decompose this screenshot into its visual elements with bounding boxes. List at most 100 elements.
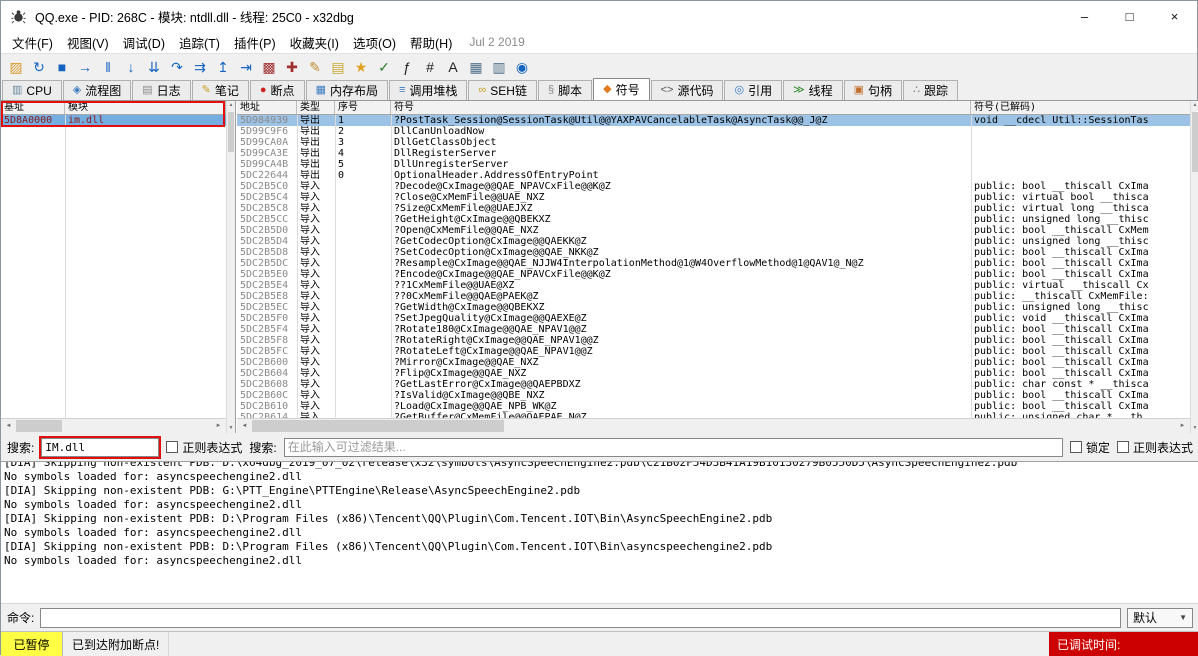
close-button[interactable]: × (1152, 1, 1197, 31)
regex-checkbox-2[interactable] (1117, 441, 1129, 453)
symbols-horizontal-scrollbar[interactable]: ◄ ► (237, 418, 1190, 433)
symbol-row[interactable]: 5DC2B5E4 导入 ??1CxMemFile@@UAE@XZ public:… (237, 280, 1190, 291)
app-icon[interactable] (9, 7, 27, 25)
tab-script[interactable]: § 脚本 (538, 80, 592, 100)
symbol-row[interactable]: 5DC2B5D0 导入 ?Open@CxMemFile@@QAE_NXZ pub… (237, 225, 1190, 236)
symbol-row[interactable]: 5DC2B5EC 导入 ?GetWidth@CxImage@@QBEKXZ pu… (237, 302, 1190, 313)
symbol-row[interactable]: 5D984939 导出 1 ?PostTask_Session@SessionT… (237, 115, 1190, 126)
symbol-row[interactable]: 5DC22644 导出 0 OptionalHeader.AddressOfEn… (237, 170, 1190, 181)
scrollbar-thumb[interactable] (252, 420, 504, 432)
function-icon[interactable]: ƒ (396, 56, 418, 78)
symbol-row[interactable]: 5DC2B60C 导入 ?IsValid@CxImage@@QBE_NXZ pu… (237, 390, 1190, 401)
menu-options[interactable]: 选项(O) (346, 31, 403, 54)
tab-memory-map[interactable]: ▦ 内存布局 (306, 80, 388, 100)
menu-help[interactable]: 帮助(H) (403, 31, 459, 54)
tab-notes[interactable]: ✎ 笔记 (192, 80, 249, 100)
symbol-row[interactable]: 5DC2B5E0 导入 ?Encode@CxImage@@QAE_NPAVCxF… (237, 269, 1190, 280)
regex-checkbox[interactable] (166, 441, 178, 453)
tab-handles[interactable]: ▣ 句柄 (844, 80, 902, 100)
check-icon[interactable]: ✓ (373, 56, 395, 78)
string-references-icon[interactable]: # (419, 56, 441, 78)
symbol-row[interactable]: 5DC2B5F8 导入 ?RotateRight@CxImage@@QAE_NP… (237, 335, 1190, 346)
tab-graph[interactable]: ◈ 流程图 (63, 80, 131, 100)
notes-icon[interactable]: ▤ (327, 56, 349, 78)
tab-references[interactable]: ◎ 引用 (724, 80, 782, 100)
symbols-vertical-scrollbar[interactable]: ▲ ▼ (1190, 101, 1198, 433)
scrollbar-thumb[interactable] (228, 112, 234, 152)
log-panel[interactable]: [DIA] Skipping non-existent PDB: D:\x64d… (1, 461, 1198, 603)
symbol-row[interactable]: 5D99CA4B 导出 5 DllUnregisterServer (237, 159, 1190, 170)
restart-icon[interactable]: ↻ (28, 56, 50, 78)
step-into-icon[interactable]: ↓ (120, 56, 142, 78)
symbol-row[interactable]: 5DC2B5C0 导入 ?Decode@CxImage@@QAE_NPAVCxF… (237, 181, 1190, 192)
scrollbar-thumb[interactable] (1192, 112, 1198, 172)
scroll-down-icon[interactable]: ▼ (1191, 424, 1198, 433)
scroll-down-icon[interactable]: ▼ (227, 424, 235, 433)
menu-trace[interactable]: 追踪(T) (172, 31, 227, 54)
scroll-left-icon[interactable]: ◄ (1, 419, 16, 433)
patch-icon[interactable]: ▩ (258, 56, 280, 78)
open-file-icon[interactable]: ▨ (5, 56, 27, 78)
step-over-icon[interactable]: ↷ (166, 56, 188, 78)
tab-log[interactable]: ▤ 日志 (132, 80, 190, 100)
scroll-up-icon[interactable]: ▲ (227, 101, 235, 110)
symbol-row[interactable]: 5DC2B5F4 导入 ?Rotate180@CxImage@@QAE_NPAV… (237, 324, 1190, 335)
stop-icon[interactable]: ■ (51, 56, 73, 78)
tab-call-stack[interactable]: ≡ 调用堆栈 (389, 80, 467, 100)
symbol-row[interactable]: 5DC2B5D8 导入 ?SetCodecOption@CxImage@@QAE… (237, 247, 1190, 258)
tab-source[interactable]: <> 源代码 (651, 80, 724, 100)
tab-breakpoints[interactable]: ● 断点 (250, 80, 305, 100)
lock-checkbox[interactable] (1070, 441, 1082, 453)
animate-into-icon[interactable]: ⇊ (143, 56, 165, 78)
pause-icon[interactable]: ‖ (97, 56, 119, 78)
module-row[interactable]: 5D8A0000 im.dll (1, 115, 226, 126)
maximize-button[interactable]: □ (1107, 1, 1152, 31)
memory-map-icon[interactable]: ▦ (465, 56, 487, 78)
symbol-row[interactable]: 5D99CA0A 导出 3 DllGetClassObject (237, 137, 1190, 148)
favourites-icon[interactable]: ★ (350, 56, 372, 78)
symbol-row[interactable]: 5D99CA3E 导出 4 DllRegisterServer (237, 148, 1190, 159)
comment-icon[interactable]: ✎ (304, 56, 326, 78)
text-encoding-icon[interactable]: A (442, 56, 464, 78)
menu-plugins[interactable]: 插件(P) (227, 31, 283, 54)
command-profile-dropdown[interactable]: 默认 ▼ (1127, 608, 1193, 628)
tab-threads[interactable]: ≫ 线程 (783, 80, 843, 100)
scroll-up-icon[interactable]: ▲ (1191, 101, 1198, 110)
scroll-right-icon[interactable]: ► (1175, 419, 1190, 433)
modules-horizontal-scrollbar[interactable]: ◄ ► (1, 418, 226, 433)
modules-vertical-scrollbar[interactable]: ▲ ▼ (226, 101, 235, 433)
menu-favourites[interactable]: 收藏夹(I) (283, 31, 346, 54)
command-input[interactable] (40, 608, 1121, 628)
symbol-row[interactable]: 5DC2B600 导入 ?Mirror@CxImage@@QAE_NXZ pub… (237, 357, 1190, 368)
tab-cpu[interactable]: ▥ CPU (2, 80, 62, 100)
scroll-right-icon[interactable]: ► (211, 419, 226, 433)
execute-till-return-icon[interactable]: ↥ (212, 56, 234, 78)
symbol-row[interactable]: 5DC2B5DC 导入 ?Resample@CxImage@@QAE_NJJW4… (237, 258, 1190, 269)
symbol-row[interactable]: 5D99C9F6 导出 2 DllCanUnloadNow (237, 126, 1190, 137)
symbol-row[interactable]: 5DC2B604 导入 ?Flip@CxImage@@QAE_NXZ publi… (237, 368, 1190, 379)
minimize-button[interactable]: – (1062, 1, 1107, 31)
inject-icon[interactable]: ✚ (281, 56, 303, 78)
symbol-row[interactable]: 5DC2B5C4 导入 ?Close@CxMemFile@@UAE_NXZ pu… (237, 192, 1190, 203)
menu-debug[interactable]: 调试(D) (116, 31, 172, 54)
symbol-row[interactable]: 5DC2B5D4 导入 ?GetCodecOption@CxImage@@QAE… (237, 236, 1190, 247)
symbol-row[interactable]: 5DC2B5FC 导入 ?RotateLeft@CxImage@@QAE_NPA… (237, 346, 1190, 357)
tab-trace[interactable]: ∴ 跟踪 (903, 80, 958, 100)
tab-seh[interactable]: ∞ SEH链 (468, 80, 537, 100)
layout-icon[interactable]: ▥ (488, 56, 510, 78)
symbol-row[interactable]: 5DC2B5F0 导入 ?SetJpegQuality@CxImage@@QAE… (237, 313, 1190, 324)
filter-input[interactable] (284, 438, 1063, 457)
scroll-left-icon[interactable]: ◄ (237, 419, 252, 433)
scrollbar-thumb[interactable] (16, 420, 62, 432)
menu-view[interactable]: 视图(V) (60, 31, 116, 54)
symbol-search-input[interactable] (41, 438, 159, 457)
run-to-user-code-icon[interactable]: ⇥ (235, 56, 257, 78)
symbol-row[interactable]: 5DC2B5CC 导入 ?GetHeight@CxImage@@QBEKXZ p… (237, 214, 1190, 225)
help-icon[interactable]: ◉ (511, 56, 533, 78)
tab-symbols[interactable]: ◆ 符号 (593, 78, 649, 100)
symbol-row[interactable]: 5DC2B608 导入 ?GetLastError@CxImage@@QAEPB… (237, 379, 1190, 390)
symbol-row[interactable]: 5DC2B5E8 导入 ??0CxMemFile@@QAE@PAEK@Z pub… (237, 291, 1190, 302)
menu-file[interactable]: 文件(F) (5, 31, 60, 54)
animate-over-icon[interactable]: ⇉ (189, 56, 211, 78)
symbol-row[interactable]: 5DC2B610 导入 ?Load@CxImage@@QAE_NPB_WK@Z … (237, 401, 1190, 412)
